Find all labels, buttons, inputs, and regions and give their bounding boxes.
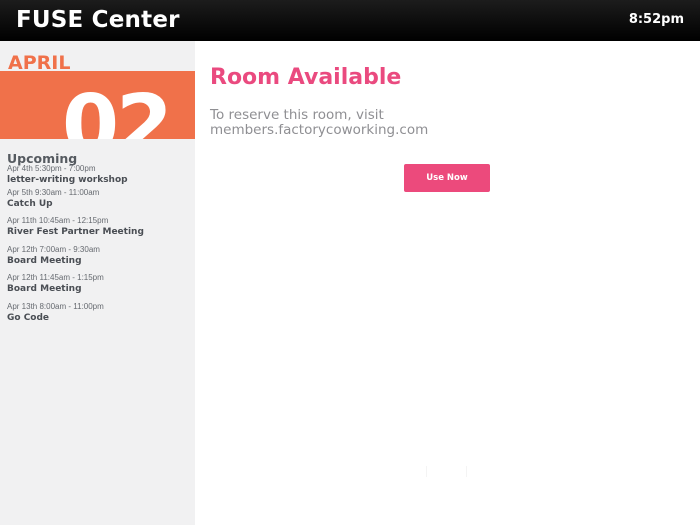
reserve-line: To reserve this room, visit — [210, 107, 384, 123]
room-status-title: Room Available — [210, 65, 402, 90]
event-time: Apr 13th 8:00am - 11:00pm — [7, 302, 104, 311]
event-item: Apr 11th 10:45am - 12:15pm River Fest Pa… — [7, 216, 192, 238]
event-name: Catch Up — [7, 199, 53, 209]
header-bar: FUSE Center 8:52pm — [0, 0, 700, 41]
event-time: Apr 4th 5:30pm - 7:00pm — [7, 164, 96, 173]
event-item: Apr 12th 11:45am - 1:15pm Board Meeting — [7, 273, 192, 295]
day-banner: 02 — [0, 71, 195, 139]
clock: 8:52pm — [628, 12, 684, 27]
event-name: Board Meeting — [7, 284, 82, 294]
event-item: Apr 4th 5:30pm - 7:00pm letter-writing w… — [7, 164, 192, 186]
event-time: Apr 12th 7:00am - 9:30am — [7, 245, 100, 254]
room-display-screen: FUSE Center 8:52pm 02 APRIL Upcoming Apr… — [0, 0, 700, 525]
event-time: Apr 5th 9:30am - 11:00am — [7, 188, 100, 197]
event-name: Board Meeting — [7, 256, 82, 266]
event-item: Apr 5th 9:30am - 11:00am Catch Up — [7, 188, 192, 210]
event-time: Apr 12th 11:45am - 1:15pm — [7, 273, 104, 282]
day-number: 02 — [62, 78, 173, 140]
main-panel: Room Available To reserve this room, vis… — [195, 41, 700, 525]
app-title: FUSE Center — [16, 7, 180, 33]
use-now-button[interactable]: Use Now — [404, 164, 490, 192]
event-name: River Fest Partner Meeting — [7, 227, 144, 237]
event-item: Apr 12th 7:00am - 9:30am Board Meeting — [7, 245, 192, 267]
divider — [466, 466, 467, 477]
reserve-url: members.factorycoworking.com — [210, 122, 429, 138]
event-time: Apr 11th 10:45am - 12:15pm — [7, 216, 109, 225]
event-name: letter-writing workshop — [7, 175, 128, 185]
event-item: Apr 13th 8:00am - 11:00pm Go Code — [7, 302, 192, 324]
date-block: 02 APRIL — [0, 41, 195, 139]
month-label: APRIL — [8, 52, 71, 74]
event-name: Go Code — [7, 313, 50, 323]
reserve-instructions: To reserve this room, visit members.fact… — [210, 108, 610, 138]
divider — [426, 466, 427, 477]
sidebar: 02 APRIL Upcoming Apr 4th 5:30pm - 7:00p… — [0, 41, 195, 525]
